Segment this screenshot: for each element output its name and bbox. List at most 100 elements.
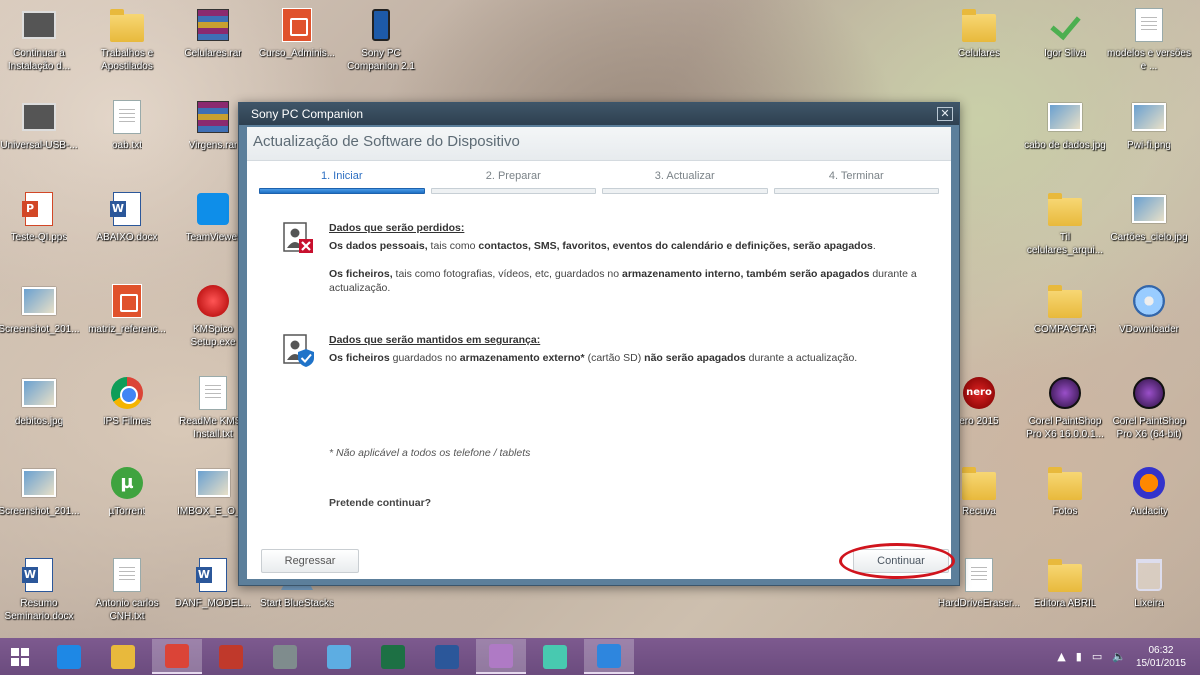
desktop-icon[interactable]: Igor Silva (1022, 6, 1108, 60)
step-progress-bar (773, 188, 939, 194)
battery-icon[interactable]: ▮ (1076, 650, 1082, 663)
desktop-icon[interactable]: µ µTorrent (84, 464, 170, 518)
desktop-icon-label: Audacity (1129, 506, 1169, 517)
rar-icon (195, 98, 231, 136)
bin-icon (1131, 556, 1167, 594)
desktop-icon[interactable]: Universal-USB-... (0, 98, 82, 152)
desktop-icon-label: Resumo Seminario.docx (4, 598, 74, 622)
desktop-icon[interactable]: cabo de dados.jpg (1022, 98, 1108, 152)
page-title: Actualização de Software do Dispositivo (253, 133, 520, 150)
desktop-icon-label: Continuar a Instalação d... (7, 48, 71, 72)
explorer-icon (111, 644, 135, 669)
lost-data-section: Dados que serão perdidos: Os dados pesso… (281, 221, 931, 295)
desktop-icon-label: Pwi-fi.png (1127, 140, 1171, 151)
taskbar-app-chrome[interactable] (152, 639, 202, 674)
word-icon (21, 556, 57, 594)
start-button[interactable] (0, 638, 40, 675)
desktop-icon[interactable]: Til celulares_arqui... (1022, 190, 1108, 257)
desktop-icon[interactable]: modelos e versões e ... (1106, 6, 1192, 73)
ppt-icon (21, 190, 57, 228)
desktop-icon[interactable]: Corel PaintShop Pro X6 16.0.0.1... (1022, 374, 1108, 441)
desktop-icon[interactable]: debitos.jpg (0, 374, 82, 428)
desktop-icon[interactable]: Curso_Adminis... (254, 6, 340, 60)
desktop-icon[interactable]: COMPACTAR (1022, 282, 1108, 336)
desktop-icon[interactable]: Celulares.rar (170, 6, 256, 60)
desktop-icon[interactable]: Resumo Seminario.docx (0, 556, 82, 623)
taskbar-app-word[interactable] (422, 639, 472, 674)
desktop-icon[interactable]: Screenshot_201... (0, 464, 82, 518)
folder-icon (1047, 190, 1083, 228)
taskbar-app-explorer[interactable] (98, 639, 148, 674)
desktop-icon-label: Screenshot_201... (0, 324, 80, 335)
taskbar-app-app-red[interactable] (206, 639, 256, 674)
teal-icon (195, 190, 231, 228)
check-icon (1047, 6, 1083, 44)
desktop-icon[interactable]: Lixeira (1106, 556, 1192, 610)
desktop-icon-label: TeamViewer (185, 232, 241, 243)
kept-data-section: Dados que serão mantidos em segurança: O… (281, 333, 931, 367)
window-title: Sony PC Companion (251, 107, 364, 121)
desktop-icon[interactable]: Editora ABRIL (1022, 556, 1108, 610)
desktop-icon-label: debitos.jpg (14, 416, 64, 427)
desktop-icon[interactable]: Pwi-fi.png (1106, 98, 1192, 152)
volume-icon[interactable]: 🔈 (1112, 650, 1126, 663)
dialog-header: Actualização de Software do Dispositivo (247, 127, 951, 161)
word-icon (435, 644, 459, 669)
paint-icon (489, 643, 513, 668)
step-4: 4. Terminar (773, 167, 939, 197)
desktop-icon[interactable]: Celulares (936, 6, 1022, 60)
desktop-icon[interactable]: ABAIXO.docx (84, 190, 170, 244)
corel-icon (1131, 374, 1167, 412)
rar-icon (195, 6, 231, 44)
desktop-icon[interactable]: Teste-QI.pps (0, 190, 82, 244)
lost-data-line-2: Os ficheiros, tais como fotografias, víd… (329, 268, 917, 294)
taskbar-app-excel[interactable] (368, 639, 418, 674)
doc-icon (109, 556, 145, 594)
step-label: 2. Preparar (485, 170, 541, 182)
desktop-icon-label: VDownloader (1118, 324, 1180, 335)
desktop-icon[interactable]: Cartões_cielo.jpg (1106, 190, 1192, 244)
desktop-icon[interactable]: Continuar a Instalação d... (0, 6, 82, 73)
taskbar-app-notes[interactable] (314, 639, 364, 674)
taskbar-app-paint[interactable] (476, 639, 526, 674)
system-tray: ▲ ▮ ▭ 🔈 06:32 15/01/2015 (1057, 644, 1200, 670)
back-button[interactable]: Regressar (261, 549, 359, 573)
desktop-icon-label: Virgens.rar (188, 140, 238, 151)
desktop-icon-label: Cartões_cielo.jpg (1110, 232, 1188, 243)
desktop-icon[interactable]: Trabalhos e Apostilados (84, 6, 170, 73)
taskbar-app-ie[interactable] (44, 639, 94, 674)
desktop-icon-label: µTorrent (108, 506, 146, 517)
desktop-icon[interactable]: Audacity (1106, 464, 1192, 518)
doc-icon (1131, 6, 1167, 44)
show-hidden-icons-icon[interactable]: ▲ (1057, 650, 1065, 663)
dialog-body: Actualização de Software do Dispositivo … (247, 127, 955, 579)
desktop-icon[interactable]: oab.txt (84, 98, 170, 152)
step-1: 1. Iniciar (259, 167, 425, 197)
calculator-icon (273, 644, 297, 669)
continue-button[interactable]: Continuar (853, 549, 949, 573)
desktop-icon-label: ABAIXO.docx (96, 232, 158, 243)
desktop-icon[interactable]: matriz_referenc... (84, 282, 170, 336)
desktop-icon-label: Teste-QI.pps (10, 232, 68, 243)
taskbar-app-calculator[interactable] (260, 639, 310, 674)
desktop-icon[interactable]: Antonio carlos CNH.txt (84, 556, 170, 623)
desktop-icon[interactable]: Screenshot_201... (0, 282, 82, 336)
step-label: 1. Iniciar (320, 170, 363, 182)
window-titlebar[interactable]: Sony PC Companion ✕ (239, 103, 959, 125)
taskbar-app-remote[interactable] (530, 639, 580, 674)
doc-icon (961, 556, 997, 594)
desktop-icon-label: HardDriveEraser... (937, 598, 1021, 609)
desktop-icon[interactable]: IPS Filmes (84, 374, 170, 428)
desktop-icon[interactable]: Fotos (1022, 464, 1108, 518)
network-icon[interactable]: ▭ (1092, 650, 1102, 663)
app-red-icon (219, 644, 243, 669)
desktop-icon[interactable]: Sony PC Companion 2.1 (338, 6, 424, 73)
clock[interactable]: 06:32 15/01/2015 (1136, 644, 1186, 670)
word-icon (195, 556, 231, 594)
taskbar-app-sony-companion[interactable] (584, 639, 634, 674)
step-progress-bar (430, 188, 596, 194)
desktop-icon[interactable]: VDownloader (1106, 282, 1192, 336)
desktop-icon[interactable]: Corel PaintShop Pro X6 (64-bit) (1106, 374, 1192, 441)
desktop-icon-label: Celulares (957, 48, 1001, 59)
close-icon[interactable]: ✕ (937, 107, 953, 121)
